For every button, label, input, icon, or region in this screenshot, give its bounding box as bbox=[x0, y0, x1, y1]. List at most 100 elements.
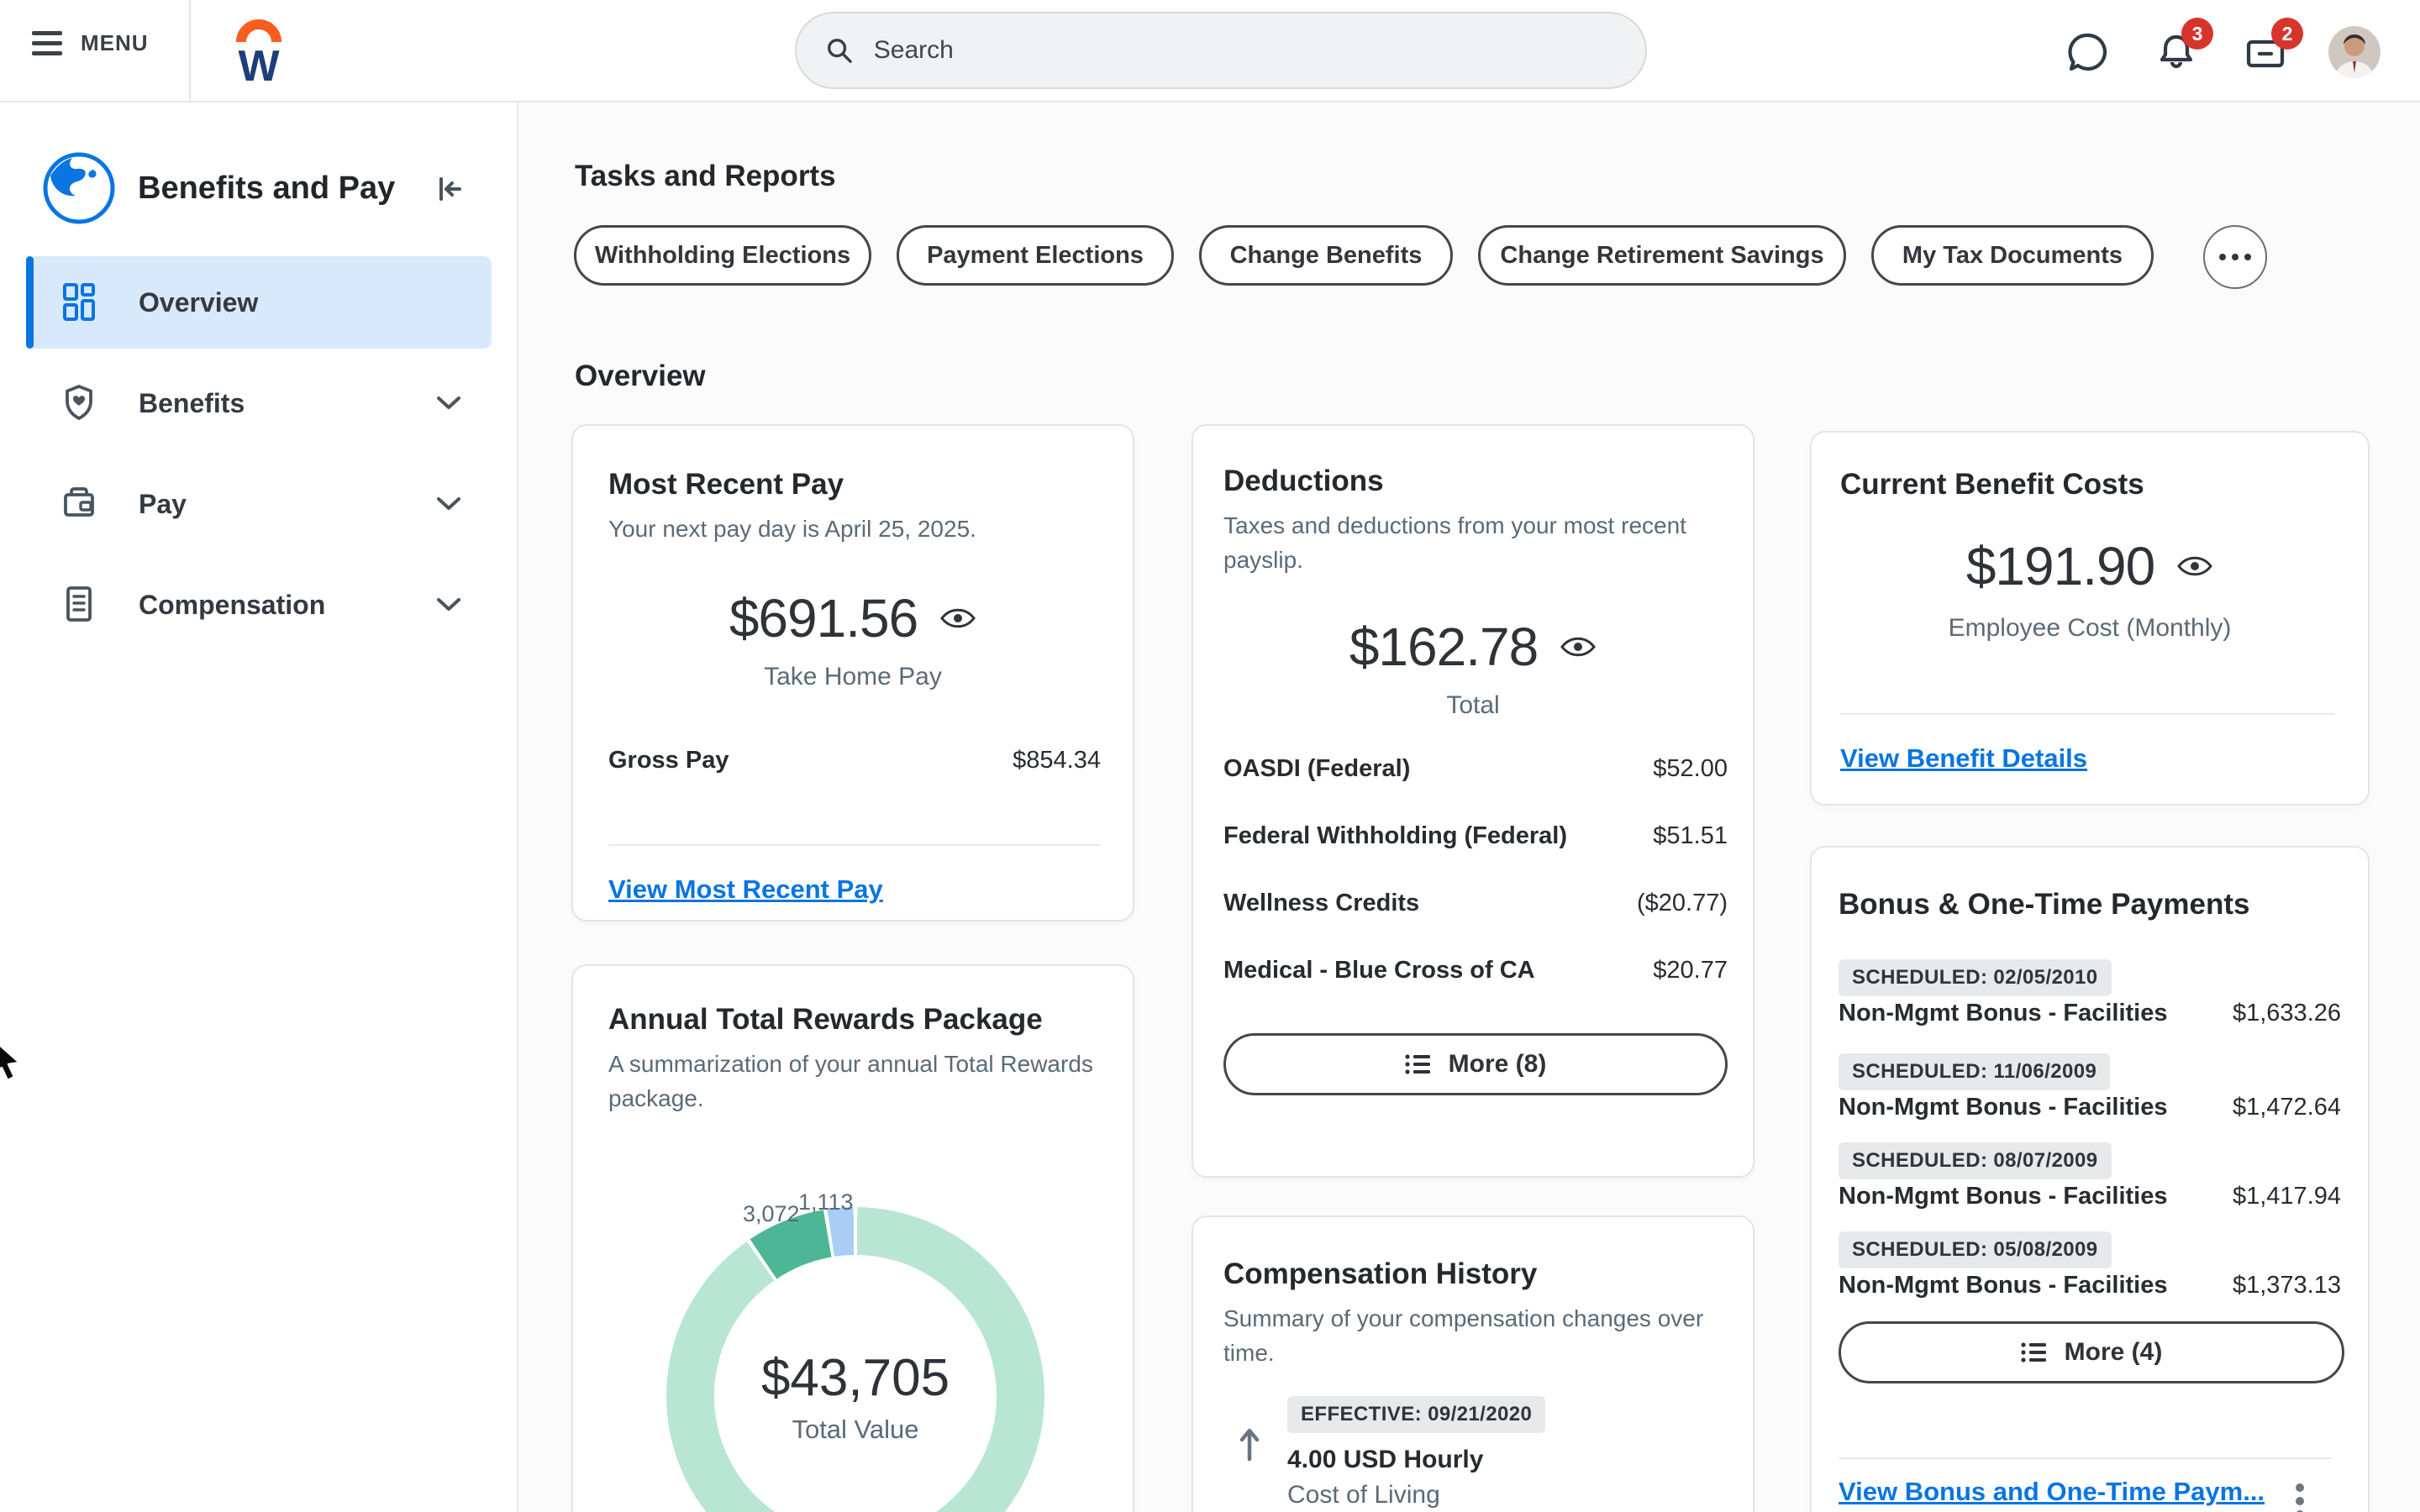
bonus-more-button[interactable]: More (4) bbox=[1839, 1321, 2344, 1383]
compensation-entry-amount: 4.00 USD Hourly bbox=[1287, 1446, 1483, 1474]
donut-callout-3072: 3,072 bbox=[743, 1201, 800, 1227]
bonus-entry-label: Non-Mgmt Bonus - Facilities bbox=[1839, 1000, 2168, 1027]
deduction-row-label: Federal Withholding (Federal) bbox=[1223, 822, 1567, 850]
current-benefit-costs-card: Current Benefit Costs $191.90 Employee C… bbox=[1810, 431, 2370, 806]
eye-icon[interactable] bbox=[2176, 554, 2213, 579]
bonus-overflow-menu-icon[interactable] bbox=[2296, 1483, 2304, 1512]
bonus-entry-label: Non-Mgmt Bonus - Facilities bbox=[1839, 1094, 2168, 1121]
view-bonus-payments-link[interactable]: View Bonus and One-Time Paym... bbox=[1839, 1477, 2265, 1507]
eye-icon[interactable] bbox=[1560, 634, 1597, 659]
more-button-label: More (8) bbox=[1449, 1050, 1547, 1079]
divider bbox=[1840, 713, 2334, 715]
deductions-more-button[interactable]: More (8) bbox=[1223, 1033, 1728, 1095]
overview-section-heading: Overview bbox=[575, 360, 706, 393]
globe-icon bbox=[40, 150, 118, 227]
deduction-row-value: ($20.77) bbox=[1637, 890, 1728, 917]
bonus-entry-label: Non-Mgmt Bonus - Facilities bbox=[1839, 1272, 2168, 1299]
inbox-count-badge[interactable]: 2 bbox=[2271, 18, 2303, 50]
workday-logo[interactable]: W bbox=[232, 17, 286, 87]
sidebar-item-pay[interactable]: Pay bbox=[26, 458, 492, 550]
divider bbox=[608, 844, 1101, 846]
sidebar-item-label: Pay bbox=[139, 489, 187, 520]
search-input[interactable] bbox=[874, 36, 1617, 65]
deduction-row-label: Medical - Blue Cross of CA bbox=[1223, 957, 1535, 984]
sidebar: Benefits and Pay Overview Benefits bbox=[0, 102, 518, 1512]
sidebar-item-label: Compensation bbox=[139, 590, 325, 621]
wallet-icon bbox=[63, 485, 95, 523]
card-title: Bonus & One-Time Payments bbox=[1839, 888, 2249, 921]
global-menu-button[interactable]: MENU bbox=[32, 30, 149, 56]
most-recent-pay-card: Most Recent Pay Your next pay day is Apr… bbox=[571, 424, 1134, 921]
scheduled-badge: SCHEDULED: 08/07/2009 bbox=[1839, 1142, 2112, 1179]
gross-pay-label: Gross Pay bbox=[608, 747, 729, 774]
shield-heart-icon bbox=[63, 384, 95, 423]
tasks-and-reports-heading: Tasks and Reports bbox=[575, 160, 836, 193]
card-title: Annual Total Rewards Package bbox=[608, 1003, 1043, 1037]
collapse-sidebar-icon[interactable] bbox=[435, 175, 464, 203]
logo-letter: W bbox=[238, 42, 280, 87]
scheduled-badge: SCHEDULED: 05/08/2009 bbox=[1839, 1231, 2112, 1268]
sidebar-item-label: Benefits bbox=[139, 388, 245, 419]
dashboard-grid-icon bbox=[63, 283, 95, 322]
card-title: Deductions bbox=[1223, 465, 1384, 498]
card-title: Current Benefit Costs bbox=[1840, 468, 2144, 501]
view-most-recent-pay-link[interactable]: View Most Recent Pay bbox=[608, 874, 883, 905]
bonus-entry-label: Non-Mgmt Bonus - Facilities bbox=[1839, 1183, 2168, 1210]
card-subtitle: Taxes and deductions from your most rece… bbox=[1223, 508, 1744, 577]
task-pill-change-retirement-savings[interactable]: Change Retirement Savings bbox=[1478, 225, 1846, 286]
benefits-and-pay-page: MENU W 3 2 bbox=[0, 0, 2420, 1512]
notifications-count-badge[interactable]: 3 bbox=[2181, 18, 2213, 50]
sidebar-item-label: Overview bbox=[139, 287, 258, 318]
card-subtitle: Your next pay day is April 25, 2025. bbox=[608, 512, 976, 546]
scheduled-badge: SCHEDULED: 11/06/2009 bbox=[1839, 1053, 2110, 1090]
list-icon bbox=[2021, 1341, 2048, 1363]
divider bbox=[1839, 1457, 2331, 1459]
scheduled-badge: SCHEDULED: 02/05/2010 bbox=[1839, 959, 2112, 996]
chevron-down-icon bbox=[436, 597, 461, 612]
sidebar-item-compensation[interactable]: Compensation bbox=[26, 559, 492, 651]
task-pill-my-tax-documents[interactable]: My Tax Documents bbox=[1871, 225, 2154, 286]
topbar-divider bbox=[189, 0, 191, 102]
more-button-label: More (4) bbox=[2065, 1338, 2163, 1367]
sidebar-title: Benefits and Pay bbox=[138, 171, 395, 207]
total-value-label: Total Value bbox=[792, 1415, 918, 1445]
deduction-row-value: $20.77 bbox=[1653, 957, 1728, 984]
selected-accent-bar bbox=[26, 256, 34, 349]
card-title: Most Recent Pay bbox=[608, 468, 844, 501]
global-search[interactable] bbox=[795, 12, 1647, 89]
sidebar-item-overview[interactable]: Overview bbox=[26, 256, 492, 349]
bonus-payments-card: Bonus & One-Time Payments SCHEDULED: 02/… bbox=[1810, 846, 2370, 1512]
bonus-entry-value: $1,472.64 bbox=[2233, 1094, 2341, 1121]
compensation-history-card: Compensation History Summary of your com… bbox=[1192, 1215, 1754, 1512]
take-home-pay-amount: $691.56 bbox=[729, 587, 918, 649]
task-pill-change-benefits[interactable]: Change Benefits bbox=[1199, 225, 1453, 286]
sidebar-item-benefits[interactable]: Benefits bbox=[26, 357, 492, 449]
tasks-more-button[interactable] bbox=[2203, 225, 2267, 289]
task-pill-withholding-elections[interactable]: Withholding Elections bbox=[574, 225, 871, 286]
logo-arc-icon bbox=[241, 24, 276, 42]
view-benefit-details-link[interactable]: View Benefit Details bbox=[1840, 743, 2087, 774]
topbar: MENU W 3 2 bbox=[0, 0, 2420, 102]
sidebar-header: Benefits and Pay bbox=[40, 150, 395, 227]
increase-arrow-icon bbox=[1239, 1425, 1260, 1462]
chevron-down-icon bbox=[436, 496, 461, 512]
card-title: Compensation History bbox=[1223, 1257, 1537, 1291]
menu-label: MENU bbox=[81, 30, 149, 56]
card-subtitle: A summarization of your annual Total Rew… bbox=[608, 1047, 1113, 1116]
eye-icon[interactable] bbox=[939, 606, 976, 631]
benefit-cost-amount: $191.90 bbox=[1966, 535, 2154, 597]
bonus-entry-value: $1,633.26 bbox=[2233, 1000, 2341, 1027]
deductions-card: Deductions Taxes and deductions from you… bbox=[1192, 424, 1754, 1178]
deductions-total-amount: $162.78 bbox=[1349, 616, 1538, 678]
deduction-row-value: $51.51 bbox=[1653, 822, 1728, 850]
document-icon bbox=[63, 585, 95, 624]
effective-date-badge: EFFECTIVE: 09/21/2020 bbox=[1287, 1396, 1545, 1433]
hamburger-icon bbox=[32, 31, 62, 55]
total-value-amount: $43,705 bbox=[761, 1348, 950, 1408]
bonus-entry-value: $1,373.13 bbox=[2233, 1272, 2341, 1299]
amount-label: Total bbox=[1193, 691, 1753, 720]
chat-icon[interactable] bbox=[2064, 29, 2111, 76]
amount-label: Employee Cost (Monthly) bbox=[1812, 614, 2368, 643]
profile-avatar[interactable] bbox=[2328, 26, 2381, 78]
task-pill-payment-elections[interactable]: Payment Elections bbox=[897, 225, 1174, 286]
